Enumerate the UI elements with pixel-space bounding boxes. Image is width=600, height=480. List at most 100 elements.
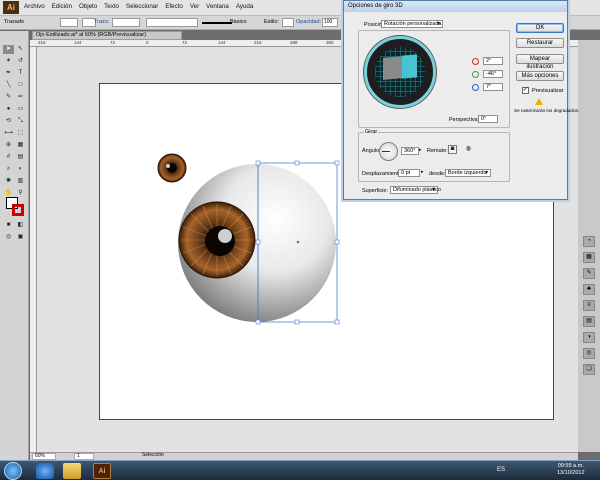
menu-item[interactable]: Ayuda [236, 3, 253, 10]
internet-explorer-icon[interactable] [36, 463, 54, 479]
panel-symbols-icon[interactable]: ♣ [583, 284, 595, 295]
surface-label: Superficie: [362, 188, 388, 194]
menu-items: Archivo Edición Objeto Texto Seleccionar Efec… [24, 3, 253, 10]
menu-item[interactable]: Ver [190, 3, 199, 10]
system-clock[interactable]: 09:55 a.m. 13/10/2012 [557, 463, 585, 477]
angle-step-arrow-icon[interactable]: ▸ [419, 147, 422, 153]
graph-tool-icon[interactable]: ▥ [15, 177, 26, 186]
shape-builder-tool-icon[interactable]: ⊕ [3, 141, 14, 150]
position-select[interactable]: Rotación personalizada ▼ [381, 20, 443, 28]
dialog-title: Opciones de giro 3D [344, 1, 567, 12]
free-transform-tool-icon[interactable]: ⬚ [15, 129, 26, 138]
warning-text: Se rasterizarán los degradados. [514, 108, 580, 113]
cap-off-icon[interactable]: ◍ [464, 145, 473, 154]
ok-button[interactable]: OK [516, 23, 564, 33]
clock-time: 09:55 a.m. [557, 463, 584, 469]
draw-mode-icon[interactable]: ◎ [3, 233, 14, 242]
screen-mode-icon[interactable]: ▣ [15, 233, 26, 242]
selection-tool-icon[interactable]: ➤ [3, 45, 14, 54]
menu-item[interactable]: Archivo [24, 3, 45, 10]
pencil-tool-icon[interactable]: ✏ [15, 93, 26, 102]
preview-checkbox[interactable]: ✓ [522, 87, 529, 94]
type-tool-icon[interactable]: T [15, 69, 26, 78]
stroke-weight-field[interactable] [112, 18, 140, 27]
panel-layers-icon[interactable]: ❏ [583, 364, 595, 375]
map-art-button[interactable]: Mapear ilustración [516, 54, 564, 70]
path-label: Trazado [4, 19, 24, 25]
menu-item[interactable]: Edición [52, 3, 72, 10]
menu-item[interactable]: Texto [104, 3, 119, 10]
gradient-tool-icon[interactable]: ▤ [15, 153, 26, 162]
scale-tool-icon[interactable]: ⤡ [15, 117, 26, 126]
more-options-button[interactable]: Más opciones [516, 71, 564, 81]
cube-side-face [402, 54, 417, 79]
reset-button[interactable]: Restaurar [516, 38, 564, 48]
clock-date: 13/10/2012 [557, 470, 585, 476]
perspective-grid-tool-icon[interactable]: ▦ [15, 141, 26, 150]
small-iris-symbol[interactable] [157, 153, 187, 183]
menu-item[interactable]: Efecto [165, 3, 183, 10]
surface-select[interactable]: Difuminado plástico ▼ [390, 186, 441, 194]
color-mode-icon[interactable]: ■ [3, 221, 14, 230]
panel-appearance-icon[interactable]: ◎ [583, 348, 595, 359]
chevron-down-icon: ▼ [484, 170, 489, 176]
rotation-track-cube[interactable] [364, 36, 436, 108]
ruler-tick-label: 288 [290, 40, 298, 45]
from-select[interactable]: Borde izquierdo ▼ [445, 169, 491, 177]
paintbrush-tool-icon[interactable]: ✎ [3, 93, 14, 102]
panel-swatches-icon[interactable]: ▦ [583, 252, 595, 263]
stroke-style-select[interactable]: Básico [230, 19, 247, 25]
windows-start-button[interactable] [4, 462, 22, 480]
style-label: Estilo: [264, 19, 279, 25]
direct-selection-tool-icon[interactable]: ↖ [15, 45, 26, 54]
stroke-swatch[interactable] [12, 204, 24, 216]
mesh-tool-icon[interactable]: # [3, 153, 14, 162]
cap-on-icon[interactable]: ◙ [448, 145, 457, 154]
zoom-select[interactable]: 60% [32, 453, 56, 460]
ruler-tick-label: 360 [326, 40, 334, 45]
line-tool-icon[interactable]: ╲ [3, 81, 14, 90]
menu-item[interactable]: Objeto [79, 3, 97, 10]
rotate-z-field[interactable]: 7° [483, 83, 503, 91]
panel-color-icon[interactable]: ◔ [583, 236, 595, 247]
menu-item[interactable]: Seleccionar [126, 3, 158, 10]
variable-width-select[interactable] [146, 18, 198, 27]
fill-color-picker[interactable] [60, 18, 78, 27]
pen-tool-icon[interactable]: ✒ [3, 69, 14, 78]
opacity-field[interactable]: 100 [322, 18, 338, 27]
tools-panel: ➤ ↖ ✶ ↺ ✒ T ╲ □ ✎ ✏ ● ▭ ⟲ ⤡ ⟷ ⬚ ⊕ ▦ # ▤ … [0, 31, 29, 461]
gradient-mode-icon[interactable]: ◧ [15, 221, 26, 230]
lasso-tool-icon[interactable]: ↺ [15, 57, 26, 66]
panel-transparency-icon[interactable]: ◑ [583, 332, 595, 343]
eraser-tool-icon[interactable]: ▭ [15, 105, 26, 114]
panel-stroke-icon[interactable]: ≡ [583, 300, 595, 311]
rotate-x-field[interactable]: 2° [483, 57, 503, 65]
illustrator-taskbar-icon[interactable]: Ai [93, 463, 111, 479]
panel-dock: ◔ ▦ ✎ ♣ ≡ ▤ ◑ ◎ ❏ [578, 40, 600, 452]
panel-gradient-icon[interactable]: ▤ [583, 316, 595, 327]
file-explorer-icon[interactable] [63, 463, 81, 479]
symbol-sprayer-tool-icon[interactable]: ✺ [3, 177, 14, 186]
perspective-field[interactable]: 0° [478, 115, 498, 123]
blob-brush-tool-icon[interactable]: ● [3, 105, 14, 114]
stroke-label[interactable]: Trazo: [94, 19, 109, 25]
graphic-style-picker[interactable] [282, 18, 294, 27]
angle-dial[interactable] [379, 142, 398, 161]
rotate-y-field[interactable]: -46° [483, 70, 503, 78]
angle-field[interactable]: 360° [401, 147, 419, 155]
width-tool-icon[interactable]: ⟷ [3, 129, 14, 138]
opacity-label[interactable]: Opacidad: [296, 19, 321, 25]
rectangle-tool-icon[interactable]: □ [15, 81, 26, 90]
blend-tool-icon[interactable]: ◐ [15, 165, 26, 174]
eyedropper-tool-icon[interactable]: ⌕ [3, 165, 14, 174]
magic-wand-tool-icon[interactable]: ✶ [3, 57, 14, 66]
offset-field[interactable]: 0 pt [398, 169, 420, 177]
panel-brushes-icon[interactable]: ✎ [583, 268, 595, 279]
artboard-navigator[interactable]: 1 [74, 453, 94, 460]
menu-item[interactable]: Ventana [206, 3, 229, 10]
language-indicator[interactable]: ES [497, 467, 505, 473]
offset-step-arrow-icon[interactable]: ▸ [421, 169, 424, 175]
rotate-tool-icon[interactable]: ⟲ [3, 117, 14, 126]
document-tab[interactable]: Ojo Estilizado.ai* al 60% (RGB/Previsual… [32, 31, 182, 40]
perspective-label: Perspectiva: [449, 117, 480, 123]
